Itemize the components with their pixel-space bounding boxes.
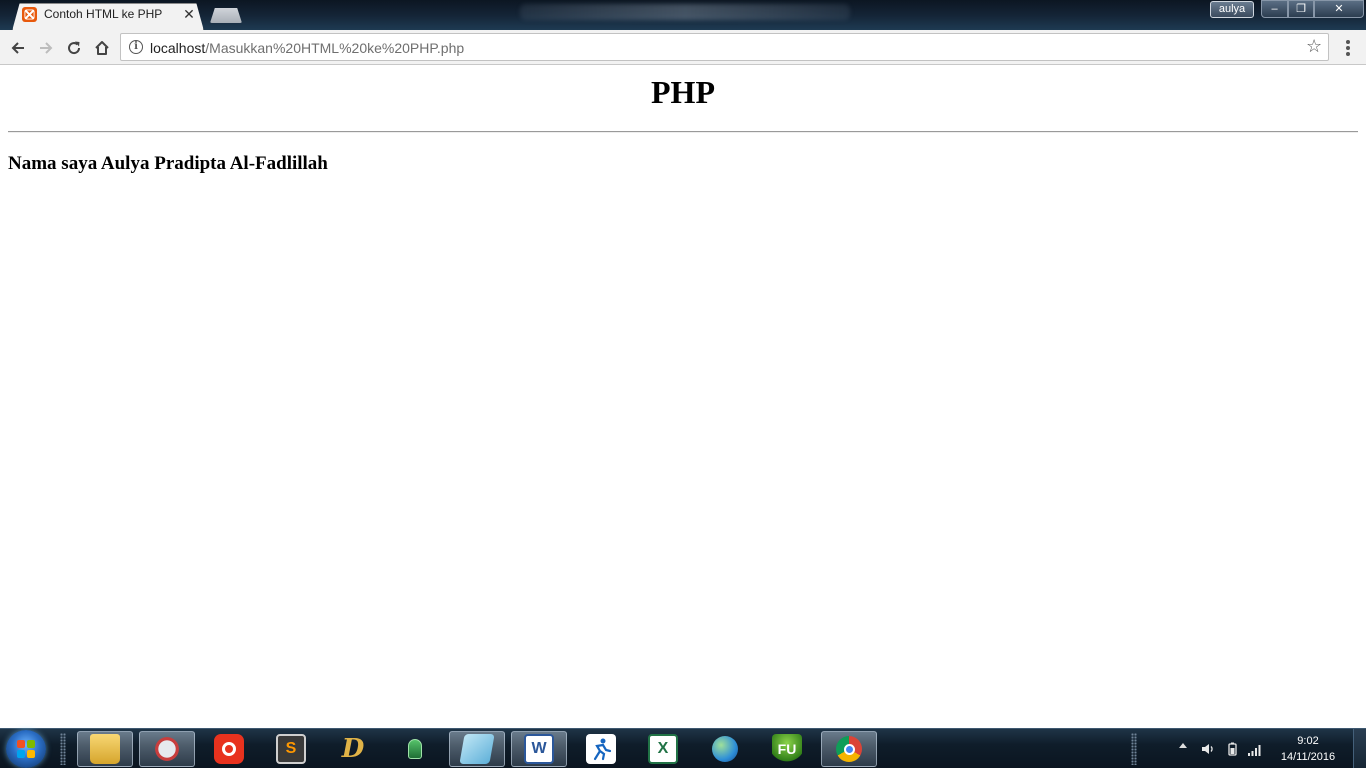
taskbar-app-red[interactable] [201, 731, 257, 767]
info-icon[interactable]: i [129, 40, 143, 54]
page-heading: PHP [651, 74, 715, 110]
taskbar-app-d[interactable]: D [325, 731, 381, 767]
microsoft-word-icon: W [524, 734, 554, 764]
horizontal-rule [8, 131, 1358, 133]
taskbar-app-lock[interactable] [387, 731, 443, 767]
browser-toolbar: i localhost/Masukkan%20HTML%20ke%20PHP.p… [0, 30, 1366, 65]
windows-logo-icon [17, 740, 35, 758]
taskbar-microsoft-word[interactable]: W [511, 731, 567, 767]
taskbar-windows-explorer[interactable] [77, 731, 133, 767]
page-content: PHP Nama saya Aulya Pradipta Al-Fadlilla… [0, 66, 1366, 728]
taskbar-google-chrome[interactable] [821, 731, 877, 767]
taskbar-app-fu[interactable]: FU [759, 731, 815, 767]
window-title-blur [520, 4, 850, 20]
network-globe-icon [710, 734, 740, 764]
reload-icon [68, 41, 81, 55]
url-text: localhost/Masukkan%20HTML%20ke%20PHP.php [150, 40, 464, 56]
app-notepad-icon [459, 734, 495, 764]
taskbar-microsoft-excel[interactable]: X [635, 731, 691, 767]
tray-gripper [1131, 733, 1137, 765]
home-icon [95, 41, 109, 55]
page-text: Nama saya Aulya Pradipta Al-Fadlillah [8, 153, 328, 174]
taskbar-app-notepad[interactable] [449, 731, 505, 767]
app-runner-icon [586, 734, 616, 764]
sublime-text-icon: S [276, 734, 306, 764]
tab-close-icon[interactable]: ✕ [182, 7, 196, 21]
app-d-icon: D [341, 734, 365, 764]
address-bar[interactable]: i localhost/Masukkan%20HTML%20ke%20PHP.p… [120, 33, 1329, 61]
url-path: /Masukkan%20HTML%20ke%20PHP.php [205, 40, 465, 56]
taskbar-gripper [60, 733, 66, 765]
profile-button[interactable]: aulya [1210, 1, 1254, 18]
windows-taskbar: S D W X FU 9:02 14/11/2016 [0, 728, 1366, 768]
home-button[interactable] [90, 36, 114, 60]
clock-date: 14/11/2016 [1280, 751, 1336, 763]
show-desktop-button[interactable] [1353, 729, 1366, 768]
taskbar-sublime-text[interactable]: S [263, 731, 319, 767]
back-arrow-icon [11, 42, 24, 54]
menu-icon[interactable] [1340, 38, 1356, 58]
start-button[interactable] [6, 730, 46, 768]
app-fu-icon: FU [772, 734, 802, 764]
url-host: localhost [150, 40, 206, 56]
taskbar-network-globe[interactable] [697, 731, 753, 767]
new-tab-button[interactable] [210, 8, 242, 23]
app-lock-icon [400, 734, 430, 764]
clock-time: 9:02 [1297, 735, 1319, 747]
forward-arrow-icon [40, 42, 53, 54]
close-window-button[interactable]: ✕ [1314, 0, 1364, 18]
minimize-button[interactable]: – [1261, 0, 1288, 18]
window-titlebar: Contoh HTML ke PHP ✕ aulya – ❐ ✕ [0, 0, 1366, 30]
forward-button[interactable] [34, 36, 58, 60]
windows-explorer-icon [90, 734, 120, 764]
tray-expand-icon[interactable] [1179, 743, 1187, 748]
snipping-tool-icon [152, 734, 182, 764]
google-chrome-icon [834, 734, 864, 764]
reload-button[interactable] [62, 36, 86, 60]
back-button[interactable] [6, 36, 30, 60]
maximize-button[interactable]: ❐ [1288, 0, 1314, 18]
signal-icon[interactable] [1247, 741, 1263, 757]
microsoft-excel-icon: X [648, 734, 678, 764]
app-red-icon [214, 734, 244, 764]
xampp-icon [22, 7, 37, 22]
taskbar-clock[interactable]: 9:02 14/11/2016 [1268, 733, 1348, 765]
battery-icon[interactable] [1224, 741, 1240, 757]
tab-title: Contoh HTML ke PHP [44, 7, 163, 21]
taskbar-app-runner[interactable] [573, 731, 629, 767]
star-icon[interactable]: ☆ [1306, 37, 1322, 57]
volume-icon[interactable] [1200, 741, 1216, 757]
taskbar-snipping-tool[interactable] [139, 731, 195, 767]
